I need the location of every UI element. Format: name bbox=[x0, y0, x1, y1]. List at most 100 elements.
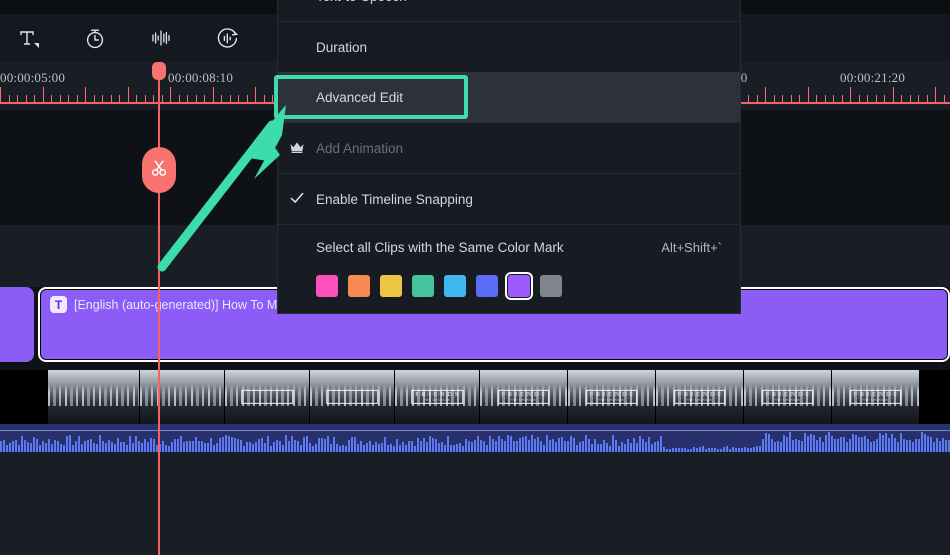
color-swatch-pink[interactable] bbox=[316, 275, 338, 297]
waveform-bar bbox=[930, 437, 932, 452]
color-swatch-purple[interactable] bbox=[505, 272, 533, 300]
waveform-bar bbox=[81, 443, 83, 452]
waveform-bar bbox=[699, 447, 701, 452]
waveform-bar bbox=[585, 435, 587, 452]
crown-icon bbox=[289, 139, 305, 158]
waveform-bar bbox=[858, 437, 860, 452]
playhead-handle[interactable] bbox=[152, 62, 166, 80]
waveform-bar bbox=[279, 441, 281, 452]
video-track[interactable]: F·R·I·E·N·D·S THE REUNION F·R·I·E·N·D·S THE… bbox=[0, 370, 950, 424]
video-thumbnail: F·R·I·E·N·D·STHE REUNION bbox=[656, 370, 744, 424]
waveform-bar bbox=[744, 446, 746, 452]
waveform-bar bbox=[882, 434, 884, 452]
video-thumbnail bbox=[48, 370, 140, 424]
waveform-bar bbox=[708, 447, 710, 452]
thumbnail-watermark: F·R·I·E·N·D·STHE REUNION bbox=[326, 389, 378, 405]
color-swatch-yellow[interactable] bbox=[380, 275, 402, 297]
speed-tool-button[interactable] bbox=[70, 14, 120, 62]
waveform-bar bbox=[939, 441, 941, 452]
video-thumbnail: F·R·I·E·N·D·STHE REUNION bbox=[395, 370, 480, 424]
playhead-line[interactable] bbox=[158, 62, 160, 555]
waveform-bar bbox=[615, 440, 617, 452]
waveform-bar bbox=[21, 436, 23, 452]
menu-item-advanced-edit[interactable]: Advanced Edit bbox=[278, 72, 740, 122]
color-swatch-blue[interactable] bbox=[476, 275, 498, 297]
waveform-bar bbox=[138, 440, 140, 452]
menu-item-select-same-color-mark[interactable]: Select all Clips with the Same Color Mar… bbox=[278, 225, 740, 269]
waveform-bar bbox=[336, 444, 338, 452]
waveform-bar bbox=[639, 436, 641, 452]
ruler-tick bbox=[808, 87, 809, 102]
waveform-bar bbox=[270, 445, 272, 452]
waveform-bar bbox=[675, 448, 677, 452]
menu-item-icon-slot bbox=[289, 123, 305, 173]
audio-levels-tool-button[interactable] bbox=[136, 14, 186, 62]
waveform-bar bbox=[633, 437, 635, 452]
waveform-bar bbox=[39, 445, 41, 452]
waveform-bar bbox=[636, 442, 638, 452]
waveform-bar bbox=[504, 441, 506, 452]
waveform-bar bbox=[945, 439, 947, 452]
waveform-bar bbox=[663, 447, 665, 452]
waveform-bar bbox=[855, 434, 857, 452]
clip-context-menu[interactable]: Text-to-Speech Duration Advanced Edit Add A… bbox=[277, 0, 741, 314]
waveform-bar bbox=[837, 439, 839, 452]
waveform-bar bbox=[552, 438, 554, 452]
menu-item-enable-timeline-snapping[interactable]: Enable Timeline Snapping bbox=[278, 174, 740, 224]
color-swatch-green[interactable] bbox=[412, 275, 434, 297]
waveform-bar bbox=[234, 437, 236, 452]
color-swatch-row bbox=[278, 269, 740, 313]
waveform-bar bbox=[522, 437, 524, 452]
stopwatch-icon bbox=[82, 25, 108, 51]
waveform-bar bbox=[564, 440, 566, 452]
menu-item-icon-slot bbox=[289, 174, 305, 224]
waveform-bar bbox=[171, 441, 173, 452]
ruler-label: 00:00:08:10 bbox=[168, 70, 234, 85]
waveform-bar bbox=[411, 441, 413, 452]
waveform-bar bbox=[525, 435, 527, 452]
waveform-bar bbox=[144, 439, 146, 452]
color-swatch-cyan[interactable] bbox=[444, 275, 466, 297]
waveform-bar bbox=[24, 439, 26, 452]
text-tool-button[interactable] bbox=[4, 14, 54, 62]
waveform-bar bbox=[288, 441, 290, 452]
waveform-bar bbox=[429, 435, 431, 452]
waveform-bar bbox=[165, 445, 167, 452]
waveform-bar bbox=[609, 445, 611, 452]
thumbnail-water bbox=[656, 406, 743, 424]
waveform-bar bbox=[57, 440, 59, 452]
waveform-bar bbox=[42, 440, 44, 452]
menu-item-duration[interactable]: Duration bbox=[278, 22, 740, 72]
waveform-bar bbox=[720, 448, 722, 452]
ruler-tick bbox=[774, 95, 775, 102]
ruler-tick bbox=[26, 95, 27, 102]
color-swatch-orange[interactable] bbox=[348, 275, 370, 297]
waveform-bar bbox=[147, 441, 149, 452]
color-mark-label: Select all Clips with the Same Color Mar… bbox=[316, 239, 564, 255]
video-editor-timeline: 00:00:05:0000:00:08:101000:00:21:20 T [E… bbox=[0, 0, 950, 555]
waveform-bar bbox=[588, 438, 590, 452]
waveform-bar bbox=[153, 438, 155, 452]
waveform-bar bbox=[579, 441, 581, 452]
waveform-bar bbox=[342, 445, 344, 452]
waveform-bar bbox=[681, 447, 683, 452]
waveform-bar bbox=[258, 438, 260, 452]
split-clip-button[interactable] bbox=[142, 147, 176, 193]
waveform-bar bbox=[717, 448, 719, 452]
menu-item-text-to-speech[interactable]: Text-to-Speech bbox=[278, 0, 740, 21]
ruler-tick bbox=[859, 95, 860, 102]
detach-audio-tool-button[interactable] bbox=[202, 14, 252, 62]
color-swatch-gray[interactable] bbox=[540, 275, 562, 297]
waveform-bar bbox=[366, 442, 368, 452]
waveform-bar bbox=[495, 440, 497, 452]
waveform-bar bbox=[549, 439, 551, 452]
text-clip-previous[interactable] bbox=[0, 287, 34, 362]
waveform-bar bbox=[300, 444, 302, 452]
waveform-bar bbox=[591, 444, 593, 452]
waveform-bar bbox=[921, 432, 923, 452]
waveform-bar bbox=[936, 437, 938, 452]
thumbnail-watermark: F·R·I·E·N·D·STHE REUNION bbox=[411, 389, 463, 405]
audio-track[interactable] bbox=[0, 424, 950, 452]
waveform-bar bbox=[90, 438, 92, 452]
waveform-bar bbox=[747, 447, 749, 452]
